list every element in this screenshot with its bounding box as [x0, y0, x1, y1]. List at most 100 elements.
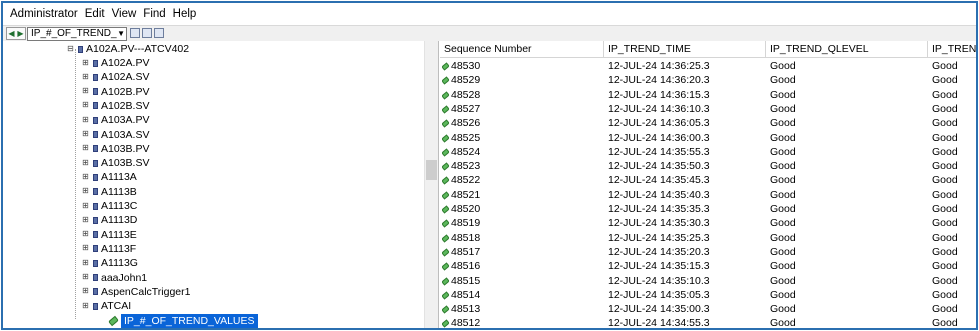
expand-icon[interactable]: ⊞	[81, 301, 90, 311]
table-row[interactable]: 48519 12-JUL-24 14:35:30.3 Good Good	[440, 216, 976, 230]
tree-node[interactable]: ⊞ A103B.PV	[81, 142, 149, 156]
table-cell: 12-JUL-24 14:35:40.3	[608, 188, 710, 202]
expand-icon[interactable]: ⊞	[81, 130, 90, 139]
tag-icon	[93, 231, 98, 239]
expand-icon[interactable]: ⊞	[81, 258, 90, 268]
tree-node[interactable]: ⊞ aaaJohn1	[81, 271, 147, 285]
tree-node-label: A103A.SV	[101, 128, 150, 141]
table-cell: 12-JUL-24 14:36:25.3	[608, 59, 710, 73]
back-icon[interactable]: ◀	[8, 29, 14, 38]
tree-node-label: A102A.SV	[101, 71, 150, 84]
cell-text: 12-JUL-24 14:36:05.3	[608, 117, 710, 130]
expand-icon[interactable]: ⊞	[81, 172, 90, 182]
path-combo-box[interactable]: IP_#_OF_TREND_ ▼	[27, 27, 127, 41]
expand-icon[interactable]: ⊞	[81, 158, 90, 168]
expand-icon[interactable]: ⊞	[81, 215, 90, 225]
table-row[interactable]: 48522 12-JUL-24 14:35:45.3 Good Good	[440, 173, 976, 187]
table-row[interactable]: 48526 12-JUL-24 14:36:05.3 Good Good	[440, 116, 976, 130]
tree-node[interactable]: ⊞ AspenCalcTrigger1	[81, 285, 190, 299]
tree-node[interactable]: ⊞ A103A.SV	[81, 128, 149, 142]
menu-view[interactable]: View	[112, 8, 137, 20]
table-row[interactable]: 48513 12-JUL-24 14:35:00.3 Good Good	[440, 302, 976, 316]
table-row[interactable]: 48518 12-JUL-24 14:35:25.3 Good Good	[440, 231, 976, 245]
menu-edit[interactable]: Edit	[85, 8, 105, 20]
cell-text: Good	[932, 74, 958, 87]
tree-node-label: A1113D	[101, 214, 138, 227]
cell-text: Good	[770, 188, 796, 201]
table-row[interactable]: 48516 12-JUL-24 14:35:15.3 Good Good	[440, 259, 976, 273]
cell-text: 48526	[451, 117, 481, 130]
table-cell: Good	[770, 188, 796, 202]
table-row[interactable]: 48521 12-JUL-24 14:35:40.3 Good Good	[440, 188, 976, 202]
table-row[interactable]: 48512 12-JUL-24 14:34:55.3 Good Good	[440, 316, 976, 330]
forward-icon[interactable]: ▶	[17, 29, 23, 38]
column-header-trend-qlevel[interactable]: IP_TREND_QLEVEL	[766, 41, 928, 58]
expand-icon[interactable]: ⊞	[81, 101, 90, 110]
expand-icon[interactable]: ⊞	[81, 287, 90, 296]
tree-scrollbar[interactable]	[424, 41, 438, 328]
expand-icon[interactable]: ⊞	[81, 115, 90, 125]
table-cell: 12-JUL-24 14:35:55.3	[608, 145, 710, 159]
tree-node[interactable]: ⊞ A1113C	[81, 199, 137, 213]
expand-icon[interactable]: ⊞	[81, 187, 90, 196]
table-cell: Good	[932, 202, 958, 216]
tree-node-selected[interactable]: IP_#_OF_TREND_VALUES	[108, 313, 259, 328]
tree-node[interactable]: ⊞ ATCAI	[81, 299, 131, 313]
tree-view-icon[interactable]	[130, 28, 140, 38]
cell-text: Good	[932, 317, 958, 330]
record-icon	[442, 133, 450, 143]
tree-node[interactable]: ⊞ A102B.PV	[81, 85, 149, 99]
column-header-trend-extra[interactable]: IP_TREND_	[928, 41, 976, 58]
grid-header: Sequence Number IP_TREND_TIME IP_TREND_Q…	[440, 41, 976, 58]
cell-text: Good	[770, 145, 796, 158]
expand-icon[interactable]: ⊞	[81, 144, 90, 153]
cell-text: Good	[770, 317, 796, 330]
expand-icon[interactable]: ⊞	[81, 201, 90, 211]
expand-icon[interactable]: ⊞	[81, 58, 90, 68]
table-row[interactable]: 48525 12-JUL-24 14:36:00.3 Good Good	[440, 131, 976, 145]
collapse-icon[interactable]: ⊟	[66, 44, 75, 54]
tree-node[interactable]: ⊞ A102B.SV	[81, 99, 149, 113]
table-row[interactable]: 48520 12-JUL-24 14:35:35.3 Good Good	[440, 202, 976, 216]
tree-node[interactable]: ⊞ A1113A	[81, 170, 137, 184]
tree-node[interactable]: ⊞ A1113E	[81, 228, 137, 242]
menu-bar: Administrator Edit View Find Help	[3, 3, 976, 25]
tree-node[interactable]: ⊞ A1113D	[81, 213, 137, 227]
chevron-down-icon[interactable]: ▼	[117, 28, 125, 40]
tag-tree-pane[interactable]: ⊟ A102A.PV---ATCV402 ⊞ A102A.PV ⊞ A102A.SV ⊞…	[3, 41, 439, 328]
menu-find[interactable]: Find	[143, 8, 165, 20]
table-row[interactable]: 48529 12-JUL-24 14:36:20.3 Good Good	[440, 73, 976, 87]
list-view-icon[interactable]	[142, 28, 152, 38]
table-row[interactable]: 48530 12-JUL-24 14:36:25.3 Good Good	[440, 59, 976, 73]
expand-icon[interactable]: ⊞	[81, 244, 90, 253]
table-cell: 12-JUL-24 14:36:10.3	[608, 102, 710, 116]
tree-node[interactable]: ⊞ A103A.PV	[81, 113, 149, 127]
tree-node[interactable]: ⊞ A1113F	[81, 242, 136, 256]
table-row[interactable]: 48515 12-JUL-24 14:35:10.3 Good Good	[440, 274, 976, 288]
tree-node[interactable]: ⊞ A102A.PV	[81, 56, 149, 70]
properties-icon[interactable]	[154, 28, 164, 38]
cell-text: Good	[770, 102, 796, 115]
expand-icon[interactable]: ⊞	[81, 273, 90, 282]
expand-icon[interactable]: ⊞	[81, 87, 90, 96]
table-row[interactable]: 48523 12-JUL-24 14:35:50.3 Good Good	[440, 159, 976, 173]
table-row[interactable]: 48528 12-JUL-24 14:36:15.3 Good Good	[440, 88, 976, 102]
table-row[interactable]: 48517 12-JUL-24 14:35:20.3 Good Good	[440, 245, 976, 259]
expand-icon[interactable]: ⊞	[81, 72, 90, 82]
tree-node[interactable]: ⊞ A1113G	[81, 256, 138, 270]
tree-node[interactable]: ⊞ A102A.SV	[81, 70, 149, 84]
table-cell: 48518	[442, 231, 480, 245]
menu-administrator[interactable]: Administrator	[10, 8, 78, 20]
column-header-sequence[interactable]: Sequence Number	[440, 41, 604, 58]
table-row[interactable]: 48524 12-JUL-24 14:35:55.3 Good Good	[440, 145, 976, 159]
tree-node-parent[interactable]: ⊟ A102A.PV---ATCV402	[66, 42, 189, 56]
tree-node[interactable]: ⊞ A1113B	[81, 185, 137, 199]
expand-icon[interactable]: ⊞	[81, 230, 90, 239]
tree-node[interactable]: ⊞ A103B.SV	[81, 156, 149, 170]
scrollbar-thumb[interactable]	[426, 160, 437, 180]
table-row[interactable]: 48527 12-JUL-24 14:36:10.3 Good Good	[440, 102, 976, 116]
column-header-trend-time[interactable]: IP_TREND_TIME	[604, 41, 766, 58]
table-row[interactable]: 48514 12-JUL-24 14:35:05.3 Good Good	[440, 288, 976, 302]
table-cell: Good	[770, 173, 796, 187]
menu-help[interactable]: Help	[173, 8, 197, 20]
